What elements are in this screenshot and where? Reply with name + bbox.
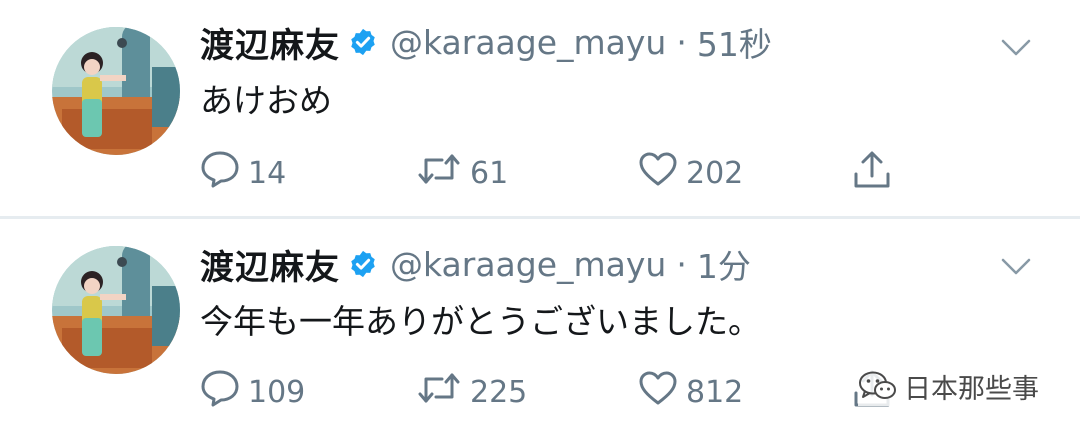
tweet-text: あけおめ (200, 81, 332, 120)
tweet-header: 渡辺麻友 @karaage_mayu · 1分 (200, 240, 751, 289)
author-name[interactable]: 渡辺麻友 (200, 240, 340, 289)
tweet[interactable]: 渡辺麻友 @karaage_mayu · 51秒 あけおめ 14 61 202 (0, 0, 1080, 217)
reply-icon (200, 369, 240, 415)
like-button[interactable]: 202 (638, 150, 743, 196)
retweet-button[interactable]: 61 (416, 150, 508, 196)
author-name[interactable]: 渡辺麻友 (200, 18, 340, 67)
watermark: 日本那些事 (858, 366, 1043, 406)
retweet-icon (416, 150, 462, 196)
timestamp[interactable]: 1分 (697, 240, 751, 288)
wechat-icon (858, 370, 898, 402)
author-handle[interactable]: @karaage_mayu (390, 245, 666, 284)
like-icon (638, 369, 678, 415)
verified-badge-icon (348, 249, 378, 279)
separator-dot: · (676, 244, 687, 284)
reply-count: 14 (248, 155, 287, 191)
retweet-icon (416, 369, 462, 415)
retweet-button[interactable]: 225 (416, 369, 527, 415)
share-button[interactable] (852, 150, 892, 198)
watermark-text: 日本那些事 (904, 373, 1039, 405)
tweet-header: 渡辺麻友 @karaage_mayu · 51秒 (200, 18, 772, 67)
avatar[interactable] (52, 27, 180, 155)
separator-dot: · (676, 22, 687, 62)
like-icon (638, 150, 678, 196)
timestamp[interactable]: 51秒 (697, 18, 772, 66)
like-count: 812 (686, 374, 744, 410)
retweet-count: 61 (470, 155, 509, 191)
tweet-text: 今年も一年ありがとうございました。 (200, 302, 761, 341)
author-handle[interactable]: @karaage_mayu (390, 23, 666, 62)
share-icon (852, 150, 892, 198)
reply-icon (200, 150, 240, 196)
like-button[interactable]: 812 (638, 369, 743, 415)
verified-badge-icon (348, 27, 378, 57)
reply-count: 109 (248, 374, 306, 410)
reply-button[interactable]: 14 (200, 150, 286, 196)
chevron-down-icon[interactable] (1000, 38, 1032, 58)
reply-button[interactable]: 109 (200, 369, 305, 415)
chevron-down-icon[interactable] (1000, 257, 1032, 277)
retweet-count: 225 (470, 374, 528, 410)
avatar[interactable] (52, 246, 180, 374)
like-count: 202 (686, 155, 744, 191)
tweet-feed: 渡辺麻友 @karaage_mayu · 51秒 あけおめ 14 61 202 … (0, 0, 1080, 435)
